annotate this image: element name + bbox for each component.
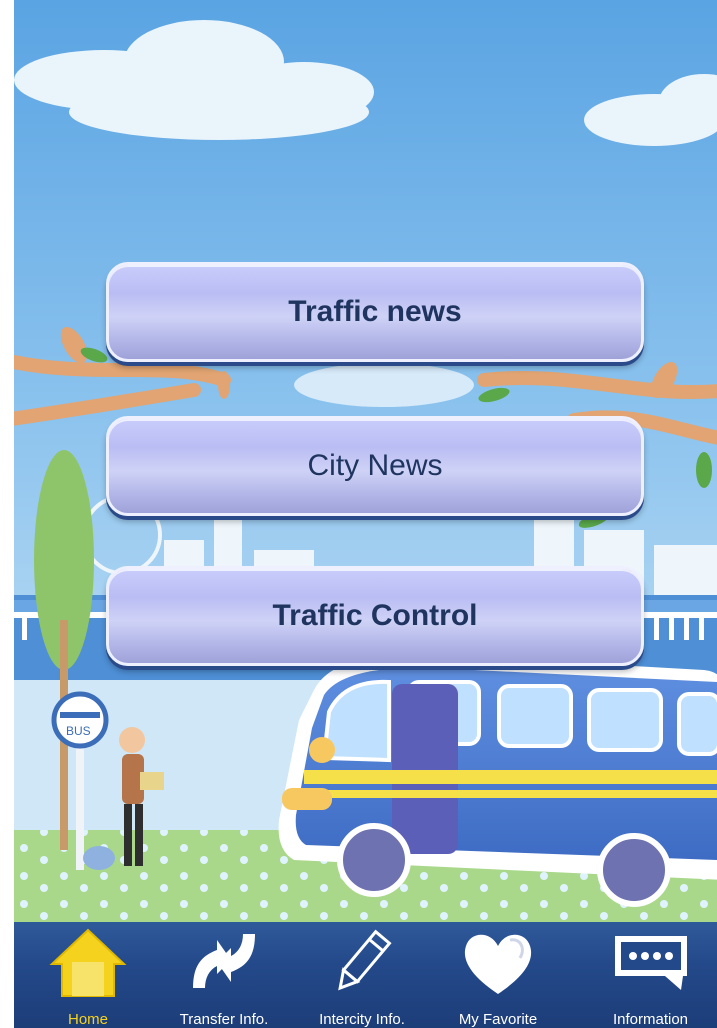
tab-information-label: Information (612, 1011, 689, 1028)
traffic-control-button[interactable]: Traffic Control (106, 566, 644, 666)
home-icon (49, 928, 127, 997)
tab-transfer-info-label: Transfer Info. (179, 1011, 269, 1028)
tab-intercity-info[interactable]: Intercity Info. (302, 922, 422, 1028)
traffic-control-label: Traffic Control (272, 599, 478, 632)
tab-transfer-info[interactable]: Transfer Info. (164, 922, 284, 1028)
app-screen: BUS Traffic news City News Traffic Contr… (0, 0, 717, 1028)
pencil-icon (338, 929, 392, 991)
transfer-arrows-icon (193, 934, 255, 988)
tab-home-label: Home (67, 1011, 108, 1028)
tab-my-favorite[interactable]: My Favorite (438, 922, 558, 1028)
traffic-news-button[interactable]: Traffic news (106, 262, 644, 362)
traffic-news-label: Traffic news (288, 295, 462, 328)
city-news-label: City News (307, 449, 443, 482)
tab-my-favorite-label: My Favorite (458, 1011, 538, 1028)
tab-intercity-info-label: Intercity Info. (319, 1011, 405, 1028)
left-margin (0, 0, 14, 1028)
heart-icon (464, 934, 532, 994)
city-news-button[interactable]: City News (106, 416, 644, 516)
speech-bubble-icon (614, 936, 687, 990)
bottom-tab-bar: Home Transfer Info. Intercity Info. My F… (14, 922, 717, 1028)
bus-stop-text: BUS (66, 724, 91, 738)
tab-information[interactable]: Information (584, 922, 717, 1028)
background-illustration: BUS Traffic news City News Traffic Contr… (14, 0, 717, 922)
tab-home[interactable]: Home (28, 922, 148, 1028)
